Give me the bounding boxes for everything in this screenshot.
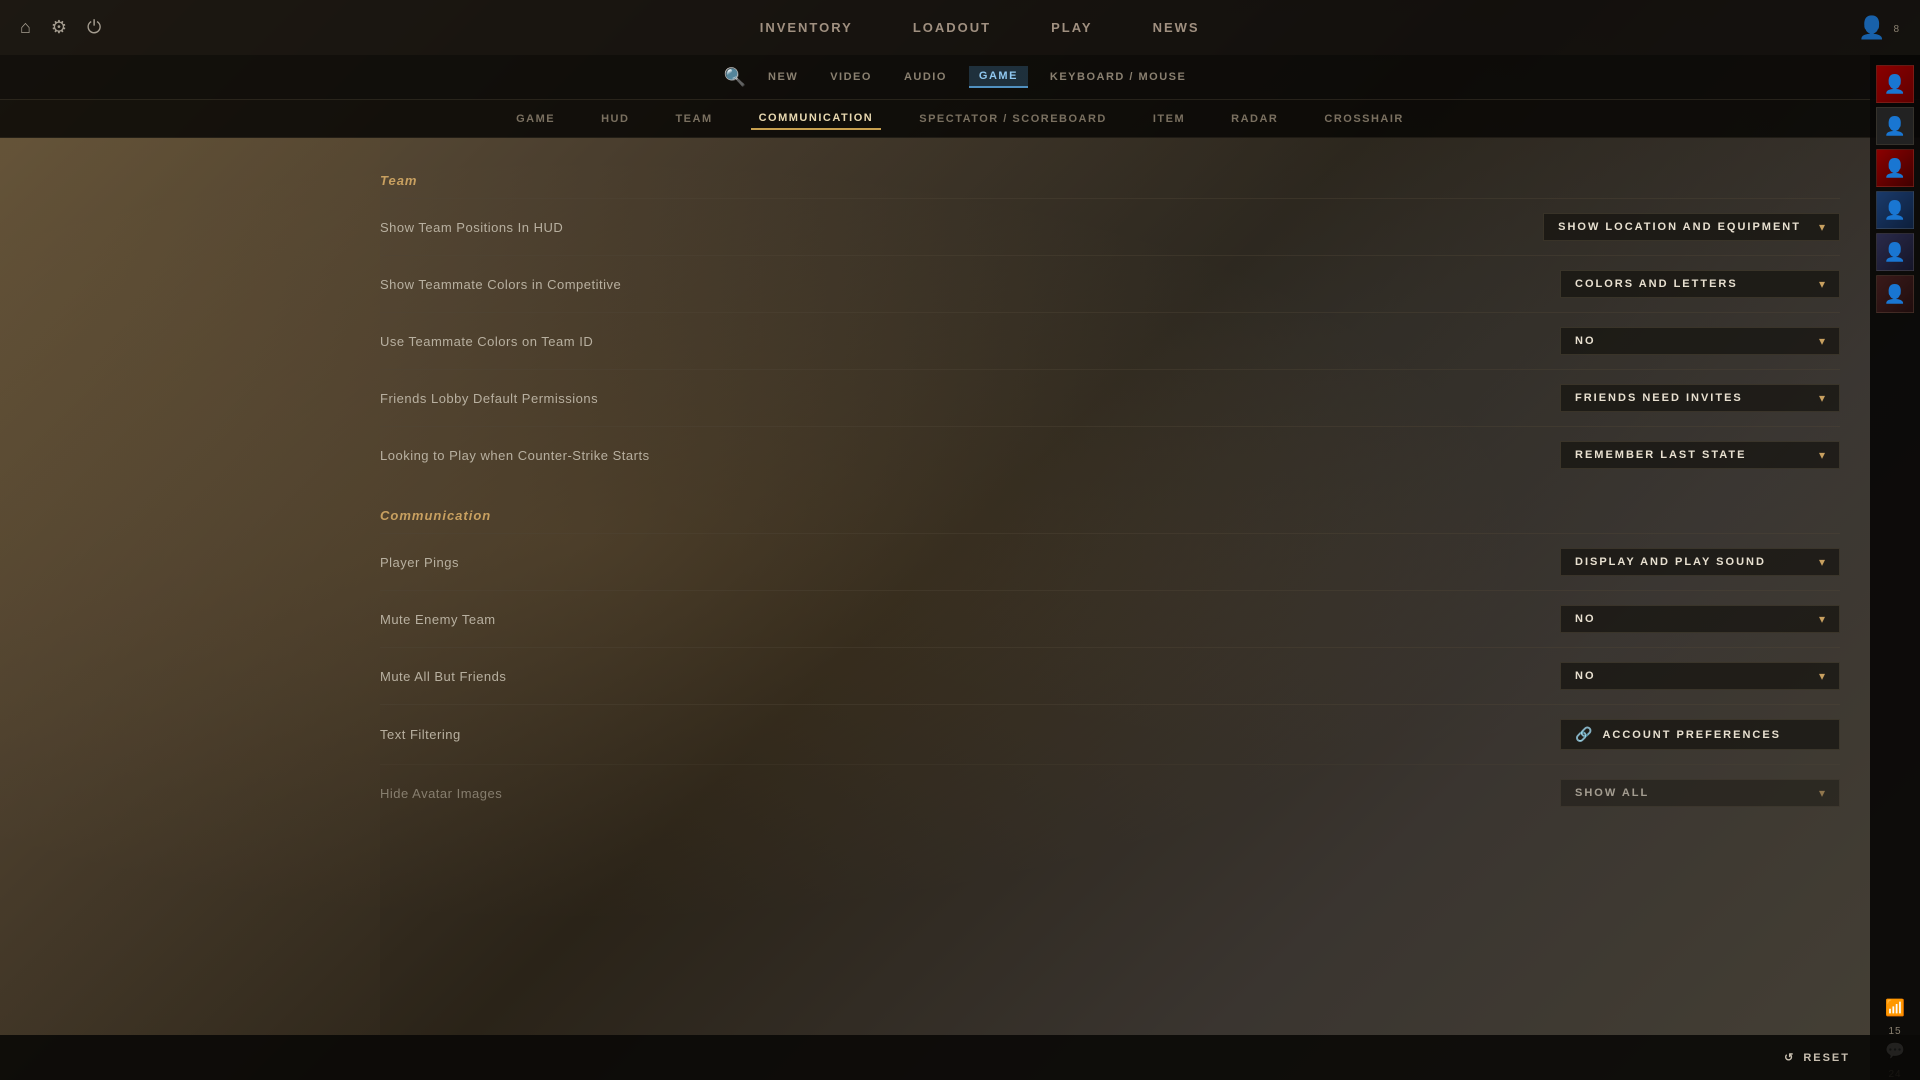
avatar-3[interactable]: 👤 <box>1876 149 1914 187</box>
setting-label-player-pings: Player Pings <box>380 555 459 570</box>
setting-row-hide-avatar-images: Hide Avatar Images SHOW ALL ▾ <box>380 764 1840 821</box>
tab-keyboard-mouse[interactable]: KEYBOARD / MOUSE <box>1040 67 1196 87</box>
setting-row-looking-to-play: Looking to Play when Counter-Strike Star… <box>380 426 1840 483</box>
chevron-icon-looking-to-play: ▾ <box>1819 448 1825 462</box>
bottom-bar: ↺ RESET <box>0 1035 1920 1080</box>
reset-icon: ↺ <box>1784 1051 1795 1064</box>
chevron-icon-use-teammate-colors: ▾ <box>1819 334 1825 348</box>
top-bar-left: ⌂ ⚙ ⏻ <box>20 17 101 38</box>
reset-label: RESET <box>1803 1052 1850 1064</box>
setting-control-looking-to-play[interactable]: REMEMBER LAST STATE ▾ <box>1560 441 1840 469</box>
setting-label-friends-lobby: Friends Lobby Default Permissions <box>380 391 598 406</box>
setting-label-use-teammate-colors: Use Teammate Colors on Team ID <box>380 334 593 349</box>
tab-audio[interactable]: AUDIO <box>894 67 957 87</box>
right-sidebar: 👤 👤 👤 👤 👤 👤 📶 15 💬 24 <box>1870 55 1920 1080</box>
subtab-hud[interactable]: HUD <box>593 109 637 129</box>
subtab-item[interactable]: ITEM <box>1145 109 1193 129</box>
setting-row-text-filtering: Text Filtering 🔗 ACCOUNT PREFERENCES <box>380 704 1840 764</box>
setting-label-mute-all-but-friends: Mute All But Friends <box>380 669 506 684</box>
nav-inventory[interactable]: INVENTORY <box>760 15 853 40</box>
settings-nav: 🔍 NEW VIDEO AUDIO GAME KEYBOARD / MOUSE <box>0 55 1920 100</box>
tab-new[interactable]: NEW <box>758 67 808 87</box>
home-icon[interactable]: ⌂ <box>20 17 31 38</box>
main-content: Team Show Team Positions In HUD SHOW LOC… <box>380 138 1840 1030</box>
tab-video[interactable]: VIDEO <box>820 67 882 87</box>
search-icon[interactable]: 🔍 <box>724 67 746 88</box>
setting-label-show-teammate-colors: Show Teammate Colors in Competitive <box>380 277 621 292</box>
power-icon[interactable]: ⏻ <box>87 17 101 38</box>
communication-section-header: Communication <box>380 483 1840 533</box>
setting-row-use-teammate-colors: Use Teammate Colors on Team ID NO ▾ <box>380 312 1840 369</box>
setting-value-use-teammate-colors: NO <box>1575 335 1596 347</box>
setting-value-show-team-positions: SHOW LOCATION AND EQUIPMENT <box>1558 221 1801 233</box>
sub-nav: GAME HUD TEAM COMMUNICATION SPECTATOR / … <box>0 100 1920 138</box>
chevron-icon-player-pings: ▾ <box>1819 555 1825 569</box>
setting-value-mute-enemy-team: NO <box>1575 613 1596 625</box>
setting-row-mute-all-but-friends: Mute All But Friends NO ▾ <box>380 647 1840 704</box>
team-section-header: Team <box>380 158 1840 198</box>
subtab-spectator[interactable]: SPECTATOR / SCOREBOARD <box>911 109 1115 129</box>
reset-button[interactable]: ↺ RESET <box>1784 1051 1850 1064</box>
main-nav: INVENTORY LOADOUT PLAY NEWS <box>101 15 1858 40</box>
profile-icon[interactable]: 👤 <box>1858 15 1885 41</box>
chevron-icon-friends-lobby: ▾ <box>1819 391 1825 405</box>
setting-label-show-team-positions: Show Team Positions In HUD <box>380 220 563 235</box>
setting-control-friends-lobby[interactable]: FRIENDS NEED INVITES ▾ <box>1560 384 1840 412</box>
setting-value-text-filtering: ACCOUNT PREFERENCES <box>1602 729 1781 741</box>
subtab-radar[interactable]: RADAR <box>1223 109 1286 129</box>
tab-game[interactable]: GAME <box>969 66 1028 88</box>
avatar-2[interactable]: 👤 <box>1876 107 1914 145</box>
setting-control-mute-all-but-friends[interactable]: NO ▾ <box>1560 662 1840 690</box>
setting-control-use-teammate-colors[interactable]: NO ▾ <box>1560 327 1840 355</box>
left-background <box>0 138 380 1035</box>
setting-value-hide-avatar-images: SHOW ALL <box>1575 787 1649 799</box>
setting-value-mute-all-but-friends: NO <box>1575 670 1596 682</box>
chevron-icon-hide-avatar-images: ▾ <box>1819 786 1825 800</box>
nav-play[interactable]: PLAY <box>1051 15 1092 40</box>
avatar-6[interactable]: 👤 <box>1876 275 1914 313</box>
setting-row-show-teammate-colors: Show Teammate Colors in Competitive COLO… <box>380 255 1840 312</box>
setting-value-looking-to-play: REMEMBER LAST STATE <box>1575 449 1746 461</box>
subtab-game[interactable]: GAME <box>508 109 563 129</box>
nav-loadout[interactable]: LOADOUT <box>913 15 991 40</box>
setting-row-mute-enemy-team: Mute Enemy Team NO ▾ <box>380 590 1840 647</box>
top-bar: ⌂ ⚙ ⏻ INVENTORY LOADOUT PLAY NEWS 👤 8 <box>0 0 1920 55</box>
chevron-icon-show-team-positions: ▾ <box>1819 220 1825 234</box>
avatar-1[interactable]: 👤 <box>1876 65 1914 103</box>
nav-news[interactable]: NEWS <box>1153 15 1200 40</box>
setting-control-show-team-positions[interactable]: SHOW LOCATION AND EQUIPMENT ▾ <box>1543 213 1840 241</box>
subtab-crosshair[interactable]: CROSSHAIR <box>1316 109 1412 129</box>
setting-value-friends-lobby: FRIENDS NEED INVITES <box>1575 392 1743 404</box>
player-count: 8 <box>1893 24 1900 35</box>
setting-control-text-filtering[interactable]: 🔗 ACCOUNT PREFERENCES <box>1560 719 1840 750</box>
chevron-icon-mute-all-but-friends: ▾ <box>1819 669 1825 683</box>
subtab-team[interactable]: TEAM <box>667 109 720 129</box>
setting-row-friends-lobby: Friends Lobby Default Permissions FRIEND… <box>380 369 1840 426</box>
setting-label-mute-enemy-team: Mute Enemy Team <box>380 612 496 627</box>
setting-label-hide-avatar-images: Hide Avatar Images <box>380 786 502 801</box>
settings-icon[interactable]: ⚙ <box>51 17 67 38</box>
signal-icon[interactable]: 📶 <box>1885 998 1905 1018</box>
setting-control-player-pings[interactable]: DISPLAY AND PLAY SOUND ▾ <box>1560 548 1840 576</box>
setting-control-show-teammate-colors[interactable]: COLORS AND LETTERS ▾ <box>1560 270 1840 298</box>
setting-control-hide-avatar-images[interactable]: SHOW ALL ▾ <box>1560 779 1840 807</box>
setting-label-text-filtering: Text Filtering <box>380 727 461 742</box>
subtab-communication[interactable]: COMMUNICATION <box>751 108 882 130</box>
setting-row-player-pings: Player Pings DISPLAY AND PLAY SOUND ▾ <box>380 533 1840 590</box>
setting-value-player-pings: DISPLAY AND PLAY SOUND <box>1575 556 1766 568</box>
setting-control-mute-enemy-team[interactable]: NO ▾ <box>1560 605 1840 633</box>
setting-row-show-team-positions: Show Team Positions In HUD SHOW LOCATION… <box>380 198 1840 255</box>
avatar-5[interactable]: 👤 <box>1876 233 1914 271</box>
chevron-icon-mute-enemy-team: ▾ <box>1819 612 1825 626</box>
setting-label-looking-to-play: Looking to Play when Counter-Strike Star… <box>380 448 650 463</box>
avatar-4[interactable]: 👤 <box>1876 191 1914 229</box>
setting-value-show-teammate-colors: COLORS AND LETTERS <box>1575 278 1738 290</box>
top-bar-right: 👤 8 <box>1858 15 1900 41</box>
external-link-icon: 🔗 <box>1575 726 1592 743</box>
chevron-icon-show-teammate-colors: ▾ <box>1819 277 1825 291</box>
